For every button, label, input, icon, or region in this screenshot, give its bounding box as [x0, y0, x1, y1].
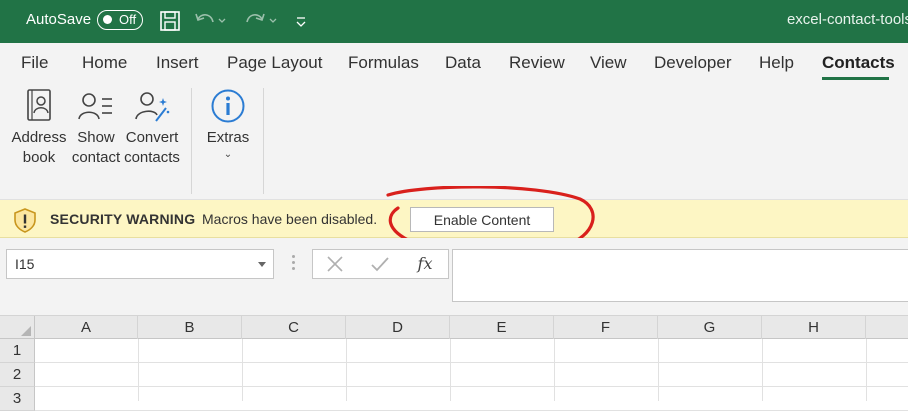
tab-developer[interactable]: Developer [654, 53, 732, 73]
contact-card-icon [78, 93, 112, 120]
show-contact-button[interactable]: Show contact [69, 88, 123, 168]
extras-label: Extras [206, 129, 250, 146]
resize-handle[interactable] [292, 255, 295, 273]
enter-button[interactable] [365, 252, 395, 276]
column-header-e[interactable]: E [450, 316, 554, 339]
gridline [346, 339, 347, 401]
table-row[interactable] [35, 387, 908, 411]
customize-toolbar-icon[interactable] [294, 10, 308, 32]
ribbon-separator [191, 88, 192, 194]
gridline [658, 339, 659, 401]
column-header-a[interactable]: A [35, 316, 138, 339]
convert-contacts-icon [135, 92, 170, 122]
column-header-row: A B C D E F G H [0, 315, 908, 339]
autosave-state: Off [119, 12, 137, 27]
tab-view[interactable]: View [590, 53, 627, 73]
formula-buttons: fx [312, 249, 449, 279]
column-header-c[interactable]: C [242, 316, 346, 339]
security-warning-title: SECURITY WARNING [50, 211, 196, 227]
spreadsheet-grid: A B C D E F G H 1 2 3 [0, 315, 908, 411]
column-header-f[interactable]: F [554, 316, 658, 339]
chevron-down-icon: ⌄ [223, 149, 233, 160]
convert-contacts-label: Convert contacts [124, 129, 180, 166]
formula-input[interactable] [452, 249, 908, 302]
name-box[interactable]: I15 [6, 249, 274, 279]
security-warning-message: Macros have been disabled. [202, 211, 378, 227]
menu-bar: File Home Insert Page Layout Formulas Da… [0, 43, 908, 82]
ribbon-separator [263, 88, 264, 194]
undo-icon[interactable] [193, 10, 229, 32]
insert-function-button[interactable]: fx [410, 252, 440, 276]
check-icon [371, 257, 389, 272]
tab-help[interactable]: Help [759, 53, 794, 73]
address-book-button[interactable]: Address book [10, 88, 68, 168]
tab-contacts[interactable]: Contacts [822, 53, 895, 73]
row-header-1[interactable]: 1 [0, 339, 35, 363]
tab-file[interactable]: File [21, 53, 48, 73]
row-header-3[interactable]: 3 [0, 387, 35, 411]
gridline [242, 339, 243, 401]
save-icon[interactable] [159, 10, 181, 32]
cancel-button[interactable] [320, 252, 350, 276]
table-row[interactable] [35, 363, 908, 387]
row-header-2[interactable]: 2 [0, 363, 35, 387]
toggle-knob [103, 15, 112, 24]
redo-icon[interactable] [242, 10, 280, 32]
name-box-value: I15 [15, 256, 35, 272]
gridline [138, 339, 139, 401]
shield-warning-icon [14, 208, 36, 233]
tab-home[interactable]: Home [82, 53, 127, 73]
tab-insert[interactable]: Insert [156, 53, 199, 73]
column-header-g[interactable]: G [658, 316, 762, 339]
autosave-toggle[interactable]: Off [97, 10, 143, 30]
tab-data[interactable]: Data [445, 53, 481, 73]
column-header-h[interactable]: H [762, 316, 866, 339]
title-bar: AutoSave Off excel-contact-tools [0, 0, 908, 43]
tab-review[interactable]: Review [509, 53, 565, 73]
convert-contacts-button[interactable]: Convert contacts [122, 88, 182, 168]
tab-page-layout[interactable]: Page Layout [227, 53, 322, 73]
ribbon: Address book Show contact Convert contacts … [0, 82, 908, 200]
formula-bar-area: I15 fx [0, 238, 908, 315]
table-row[interactable] [35, 339, 908, 363]
select-all-button[interactable] [0, 316, 35, 339]
gridline [866, 339, 867, 401]
show-contact-label: Show contact [71, 129, 121, 166]
fx-icon: fx [417, 254, 433, 273]
tab-formulas[interactable]: Formulas [348, 53, 419, 73]
gridline [554, 339, 555, 401]
autosave-label: AutoSave [26, 11, 92, 28]
address-book-label: Address book [11, 129, 67, 166]
column-header-b[interactable]: B [138, 316, 242, 339]
extras-button[interactable]: Extras ⌄ [203, 88, 253, 160]
document-title: excel-contact-tools [786, 11, 908, 28]
active-tab-indicator [822, 77, 889, 80]
enable-content-button[interactable]: Enable Content [410, 207, 554, 232]
column-header-d[interactable]: D [346, 316, 450, 339]
info-icon [211, 89, 245, 123]
gridline [762, 339, 763, 401]
address-book-icon [27, 89, 51, 121]
close-icon [327, 256, 343, 272]
gridline [450, 339, 451, 401]
dropdown-arrow-icon[interactable] [258, 262, 266, 267]
